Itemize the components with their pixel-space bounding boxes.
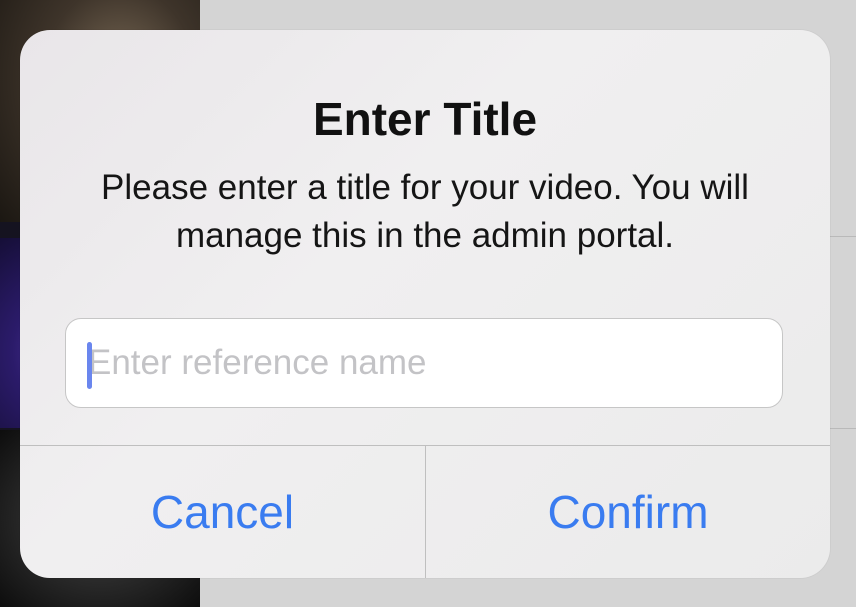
confirm-button[interactable]: Confirm xyxy=(426,446,830,578)
alert-title: Enter Title xyxy=(312,93,538,145)
alert-message: Please enter a title for your video. You… xyxy=(101,168,749,255)
alert-dialog: Enter Title Please enter a title for you… xyxy=(20,30,830,578)
app-screen: Enter Title Please enter a title for you… xyxy=(0,0,856,607)
text-cursor xyxy=(87,342,92,389)
reference-name-input[interactable] xyxy=(65,318,783,408)
cancel-button[interactable]: Cancel xyxy=(20,446,425,578)
